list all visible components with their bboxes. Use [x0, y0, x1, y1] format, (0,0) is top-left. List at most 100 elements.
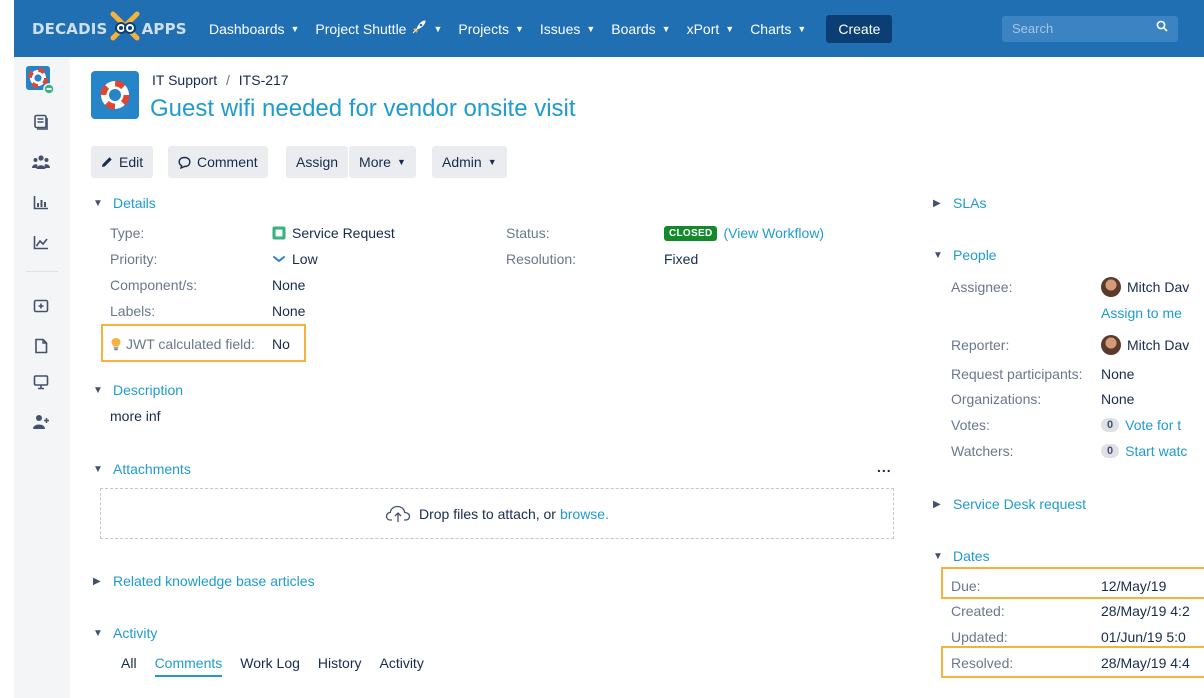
issue-title[interactable]: Guest wifi needed for vendor onsite visi… — [150, 95, 576, 123]
priority-label: Priority: — [110, 251, 158, 267]
toolbar-group: Admin ▼ — [432, 146, 507, 178]
reporter-name: Mitch Dav — [1127, 337, 1190, 353]
service-desk-section-toggle[interactable]: ▶ Service Desk request — [933, 496, 1086, 512]
jwt-field-label: JWT calculated field: — [126, 336, 255, 352]
breadcrumb-project-link[interactable]: IT Support — [152, 72, 217, 88]
kb-heading: Related knowledge base articles — [113, 573, 315, 589]
assign-to-me-link[interactable]: Assign to me — [1101, 305, 1182, 321]
search-icon[interactable] — [1156, 20, 1168, 35]
details-section-toggle[interactable]: ▼ Details — [93, 195, 156, 211]
reporter-value[interactable]: Mitch Dav — [1101, 335, 1189, 355]
breadcrumb-separator: / — [226, 72, 230, 88]
breadcrumb-issue-key-link[interactable]: ITS-217 — [239, 72, 289, 88]
updated-value: 01/Jun/19 5:0 — [1101, 629, 1186, 645]
chevron-down-icon: ▼ — [933, 550, 943, 562]
logo-text-left: DECADIS — [32, 20, 108, 38]
priority-value-text: Low — [292, 251, 318, 267]
chevron-right-icon: ▶ — [93, 575, 101, 587]
assignee-name: Mitch Dav — [1127, 279, 1190, 295]
votes-label: Votes: — [951, 417, 990, 433]
logo-mark-icon — [110, 11, 140, 41]
votes-value: 0 Vote for t — [1101, 417, 1181, 433]
participants-value: None — [1101, 366, 1135, 382]
page-icon[interactable] — [32, 337, 50, 355]
chevron-down-icon: ▼ — [290, 23, 300, 34]
logo[interactable]: DECADIS APPS — [32, 11, 187, 41]
attachments-more-button[interactable]: ... — [877, 459, 892, 475]
tab-history[interactable]: History — [318, 655, 362, 677]
description-section-toggle[interactable]: ▼ Description — [93, 382, 183, 398]
monitor-icon[interactable] — [32, 373, 50, 391]
toolbar-group: Assign More ▼ — [286, 146, 416, 178]
nav-issues[interactable]: Issues ▼ — [540, 21, 595, 37]
chevron-down-icon: ▼ — [487, 157, 497, 167]
nav-item-label: Issues — [539, 20, 581, 37]
add-user-icon[interactable] — [32, 413, 50, 431]
chart-icon[interactable] — [32, 233, 50, 251]
add-icon[interactable] — [32, 297, 50, 315]
reports-icon[interactable] — [32, 193, 50, 211]
kb-section-toggle[interactable]: ▶ Related knowledge base articles — [93, 573, 315, 589]
components-value: None — [272, 277, 306, 293]
nav-xport[interactable]: xPort ▼ — [687, 21, 735, 37]
chevron-down-icon: ▼ — [933, 249, 943, 261]
view-workflow-link[interactable]: (View Workflow) — [723, 225, 824, 241]
assign-button[interactable]: Assign — [286, 146, 349, 178]
start-watching-link[interactable]: Start watc — [1125, 443, 1187, 459]
nav-charts[interactable]: Charts ▼ — [750, 21, 806, 37]
activity-section-toggle[interactable]: ▼ Activity — [93, 625, 157, 641]
people-section-toggle[interactable]: ▼ People — [933, 247, 997, 263]
description-heading: Description — [113, 382, 184, 398]
chevron-down-icon: ▼ — [797, 23, 807, 34]
participants-label: Request participants: — [951, 366, 1083, 382]
status-label: Status: — [506, 225, 550, 241]
jwt-field-value: No — [272, 336, 290, 352]
search-placeholder: Search — [1012, 21, 1054, 36]
nav-dashboards[interactable]: Dashboards ▼ — [209, 21, 299, 37]
sidebar-divider — [26, 271, 58, 272]
edit-button[interactable]: Edit — [91, 146, 154, 178]
comment-button-label: Comment — [197, 154, 258, 170]
vote-link[interactable]: Vote for t — [1125, 417, 1181, 433]
nav-project-shuttle[interactable]: Project Shuttle ▼ — [315, 19, 442, 38]
due-label: Due: — [951, 578, 981, 594]
project-avatar-icon[interactable] — [25, 65, 55, 95]
due-value: 12/May/19 — [1101, 578, 1167, 594]
more-button[interactable]: More ▼ — [349, 146, 416, 178]
dates-section-toggle[interactable]: ▼ Dates — [933, 548, 990, 564]
tab-all[interactable]: All — [121, 655, 137, 677]
project-avatar[interactable] — [91, 71, 139, 119]
admin-button-label: Admin — [442, 154, 482, 170]
browse-link[interactable]: browse. — [560, 506, 609, 522]
attachments-section-toggle[interactable]: ▼ Attachments — [93, 461, 191, 477]
tab-activity[interactable]: Activity — [379, 655, 423, 677]
slas-section-toggle[interactable]: ▶ SLAs — [933, 195, 986, 211]
avatar — [1101, 335, 1121, 355]
nav-item-label: Projects — [458, 20, 509, 37]
people-icon[interactable] — [32, 153, 50, 171]
assignee-value[interactable]: Mitch Dav — [1101, 277, 1189, 297]
nav-projects[interactable]: Projects ▼ — [458, 21, 524, 37]
service-request-icon — [272, 226, 286, 240]
status-lozenge: CLOSED — [664, 225, 718, 241]
components-label: Component/s: — [110, 277, 198, 293]
cloud-upload-icon — [385, 505, 411, 523]
priority-value: Low — [272, 251, 318, 267]
type-label: Type: — [110, 225, 145, 241]
chevron-down-icon: ▼ — [725, 23, 735, 34]
admin-button[interactable]: Admin ▼ — [432, 146, 507, 178]
comment-button[interactable]: Comment — [168, 146, 268, 178]
create-button[interactable]: Create — [826, 14, 893, 43]
top-navigation-bar: DECADIS APPS Dashboards ▼ Project Shuttle… — [14, 0, 1204, 57]
tab-comments[interactable]: Comments — [154, 655, 223, 677]
issues-icon[interactable] — [32, 113, 50, 131]
chevron-down-icon: ▼ — [396, 157, 406, 167]
jwt-field-label-row: JWT calculated field: — [110, 336, 255, 352]
slas-heading: SLAs — [953, 195, 987, 211]
search-input[interactable]: Search — [1002, 16, 1178, 42]
tab-work-log[interactable]: Work Log — [240, 655, 300, 677]
attachment-drop-zone[interactable]: Drop files to attach, or browse. — [100, 488, 894, 539]
activity-tabs: All Comments Work Log History Activity — [121, 655, 442, 677]
description-text[interactable]: more inf — [110, 408, 161, 424]
nav-boards[interactable]: Boards ▼ — [611, 21, 670, 37]
